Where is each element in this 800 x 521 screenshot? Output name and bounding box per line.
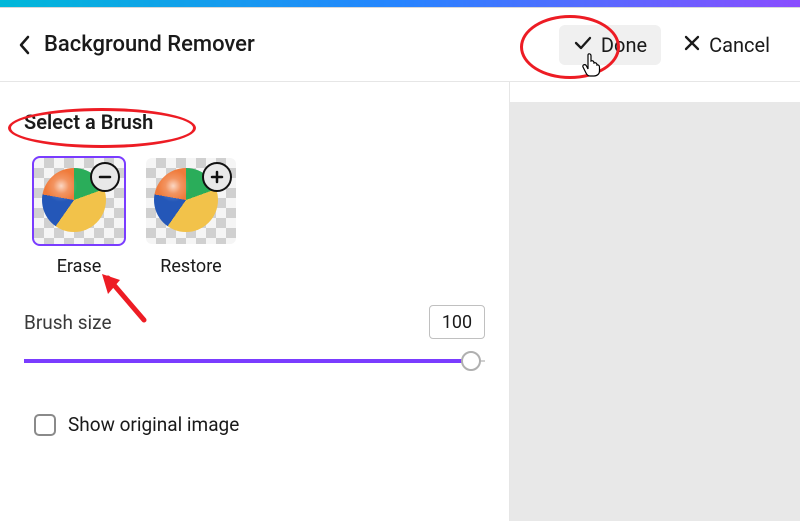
main-area: Select a Brush Erase Restore — [0, 82, 800, 521]
erase-thumb[interactable] — [34, 158, 124, 244]
header-left: Background Remover — [16, 32, 255, 57]
brush-option-restore: Restore — [146, 158, 236, 277]
brush-size-value[interactable]: 100 — [429, 305, 485, 339]
header-bar: Background Remover Done Cancel — [0, 8, 800, 82]
canvas-area[interactable] — [510, 102, 800, 521]
erase-label: Erase — [57, 256, 102, 277]
header-right: Done Cancel — [559, 25, 784, 65]
check-icon — [573, 33, 593, 57]
window-top-strip — [0, 0, 800, 8]
restore-label: Restore — [160, 256, 221, 277]
select-brush-title: Select a Brush — [24, 110, 153, 134]
back-icon[interactable] — [16, 34, 34, 56]
show-original-label: Show original image — [68, 413, 239, 436]
page-title: Background Remover — [44, 32, 255, 57]
show-original-checkbox[interactable] — [34, 414, 56, 436]
brush-size-label: Brush size — [24, 311, 112, 334]
restore-thumb[interactable] — [146, 158, 236, 244]
minus-icon — [90, 162, 120, 192]
done-button[interactable]: Done — [559, 25, 661, 65]
plus-icon — [202, 162, 232, 192]
slider-thumb[interactable] — [461, 351, 481, 371]
brush-size-row: Brush size 100 — [24, 305, 485, 339]
cancel-label: Cancel — [709, 33, 770, 57]
brush-size-slider[interactable] — [24, 349, 485, 373]
close-icon — [683, 34, 701, 56]
done-label: Done — [601, 33, 647, 57]
cancel-button[interactable]: Cancel — [669, 25, 784, 65]
show-original-row[interactable]: Show original image — [34, 413, 485, 436]
slider-fill — [24, 359, 471, 363]
brush-options: Erase Restore — [34, 158, 485, 277]
left-panel: Select a Brush Erase Restore — [0, 82, 510, 521]
brush-option-erase: Erase — [34, 158, 124, 277]
